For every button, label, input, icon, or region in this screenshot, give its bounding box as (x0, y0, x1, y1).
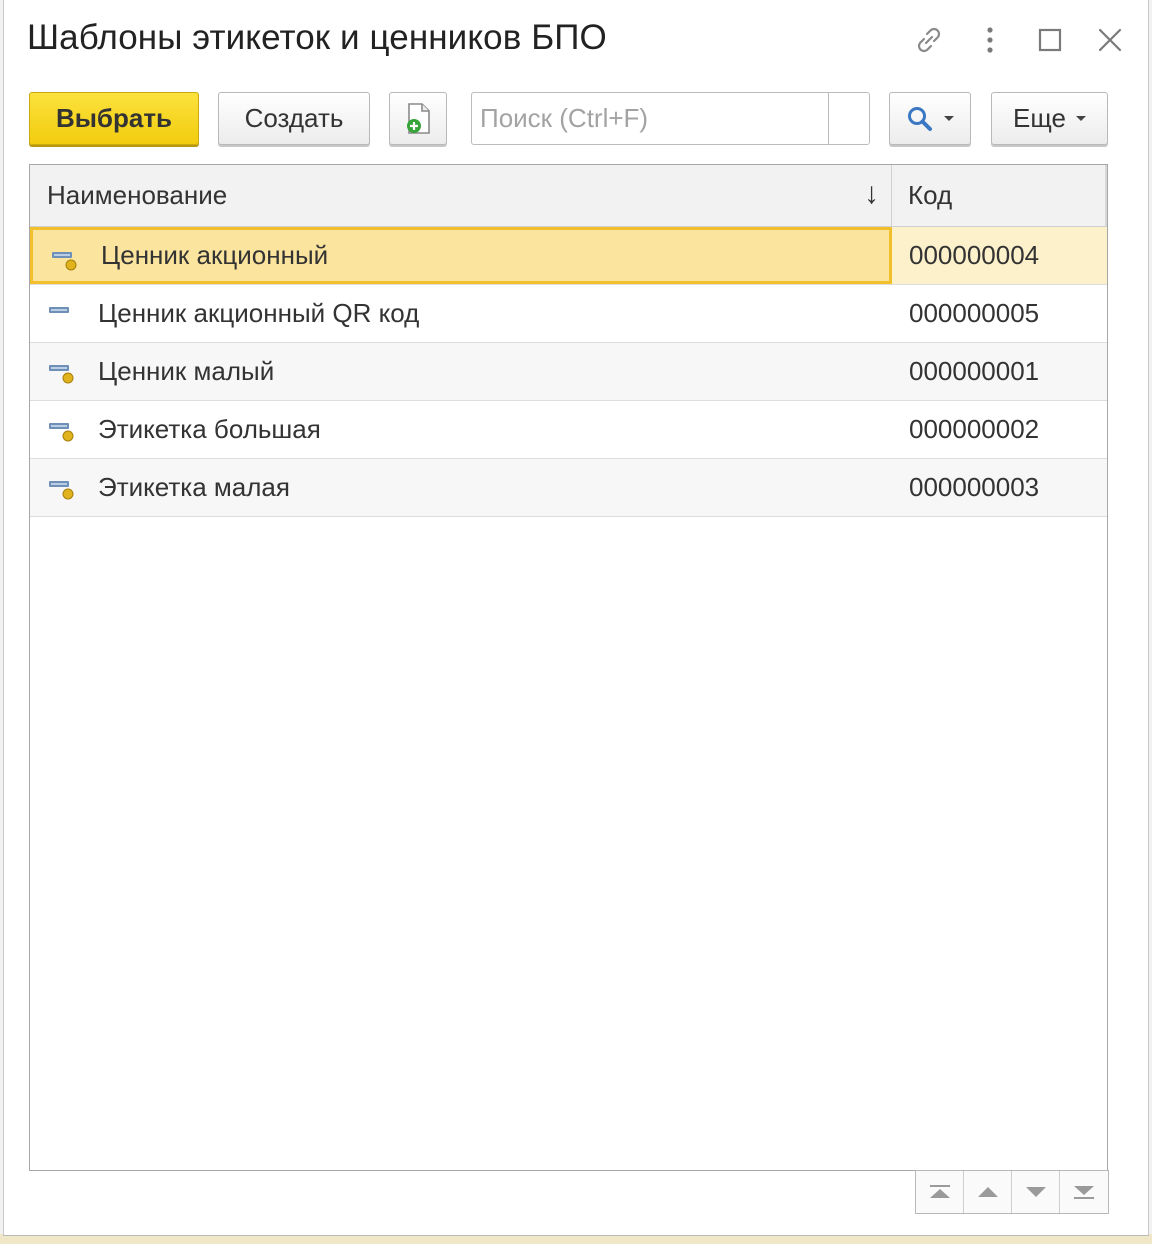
go-last-button[interactable] (1060, 1171, 1108, 1213)
column-header-name-label: Наименование (47, 180, 228, 210)
row-code-cell: 000000005 (892, 285, 1107, 342)
template-used-icon (52, 252, 77, 271)
more-button-label: Еще (1013, 103, 1066, 133)
row-name: Ценник акционный (101, 240, 329, 270)
row-code: 000000005 (909, 298, 1040, 328)
create-copy-icon (407, 102, 430, 134)
template-used-icon (49, 481, 74, 500)
chevron-down-icon (944, 116, 954, 121)
table-header: Наименование ↓ Код (30, 165, 1107, 227)
table-row[interactable]: Этикетка большая 000000002 (30, 401, 1107, 459)
column-header-code-label: Код (908, 180, 953, 210)
chevron-down-icon (1075, 116, 1086, 121)
maximize-icon[interactable] (1030, 20, 1070, 60)
row-name-cell: Ценник акционный QR код (30, 285, 892, 342)
create-button[interactable]: Создать (218, 92, 370, 145)
row-name: Ценник акционный QR код (98, 298, 420, 328)
table-row[interactable]: Ценник малый 000000001 (30, 343, 1107, 401)
link-icon[interactable] (909, 20, 949, 60)
template-used-icon (49, 365, 74, 384)
row-code: 000000004 (909, 240, 1040, 270)
search-field (471, 92, 870, 145)
table-row[interactable]: Этикетка малая 000000003 (30, 459, 1107, 517)
row-code-cell: 000000002 (892, 401, 1107, 458)
search-input[interactable] (472, 93, 828, 144)
row-code-cell: 000000001 (892, 343, 1107, 400)
column-header-name[interactable]: Наименование ↓ (30, 165, 892, 226)
row-name-cell: Этикетка малая (30, 459, 892, 516)
go-down-icon (1025, 1187, 1046, 1197)
row-code-cell: 000000003 (892, 459, 1107, 516)
sort-descending-icon: ↓ (864, 177, 879, 210)
more-button[interactable]: Еще (991, 92, 1108, 145)
go-first-icon (929, 1185, 950, 1198)
search-options-button[interactable] (889, 92, 971, 145)
row-name-cell: Ценник акционный (30, 227, 892, 284)
close-icon[interactable] (1090, 20, 1130, 60)
template-used-icon (49, 423, 74, 442)
go-up-icon (977, 1187, 998, 1197)
row-name: Ценник малый (98, 356, 275, 386)
go-up-button[interactable] (964, 1171, 1012, 1213)
column-header-code[interactable]: Код (892, 165, 1107, 226)
row-name-cell: Этикетка большая (30, 401, 892, 458)
row-code: 000000001 (909, 356, 1040, 386)
row-code: 000000003 (909, 472, 1040, 502)
table-row[interactable]: Ценник акционный 000000004 (30, 227, 1107, 285)
row-name: Этикетка малая (98, 472, 290, 502)
templates-table: Наименование ↓ Код Ценник акционный 0000… (29, 164, 1108, 1171)
go-down-button[interactable] (1012, 1171, 1060, 1213)
create-copy-button[interactable] (389, 92, 447, 145)
select-button[interactable]: Выбрать (29, 92, 199, 145)
row-name: Этикетка большая (98, 414, 321, 444)
go-first-button[interactable] (916, 1171, 964, 1213)
window-title: Шаблоны этикеток и ценников БПО (27, 18, 607, 57)
magnifier-icon (908, 106, 932, 131)
go-last-icon (1074, 1186, 1094, 1199)
kebab-menu-icon[interactable] (970, 20, 1010, 60)
row-code-cell: 000000004 (892, 227, 1107, 284)
search-divider (828, 93, 829, 144)
template-plain-icon (49, 307, 69, 313)
table-row[interactable]: Ценник акционный QR код 000000005 (30, 285, 1107, 343)
row-name-cell: Ценник малый (30, 343, 892, 400)
row-code: 000000002 (909, 414, 1040, 444)
dialog-window: Шаблоны этикеток и ценников БПО Выбрать … (3, 0, 1149, 1236)
list-navigation (915, 1170, 1109, 1214)
